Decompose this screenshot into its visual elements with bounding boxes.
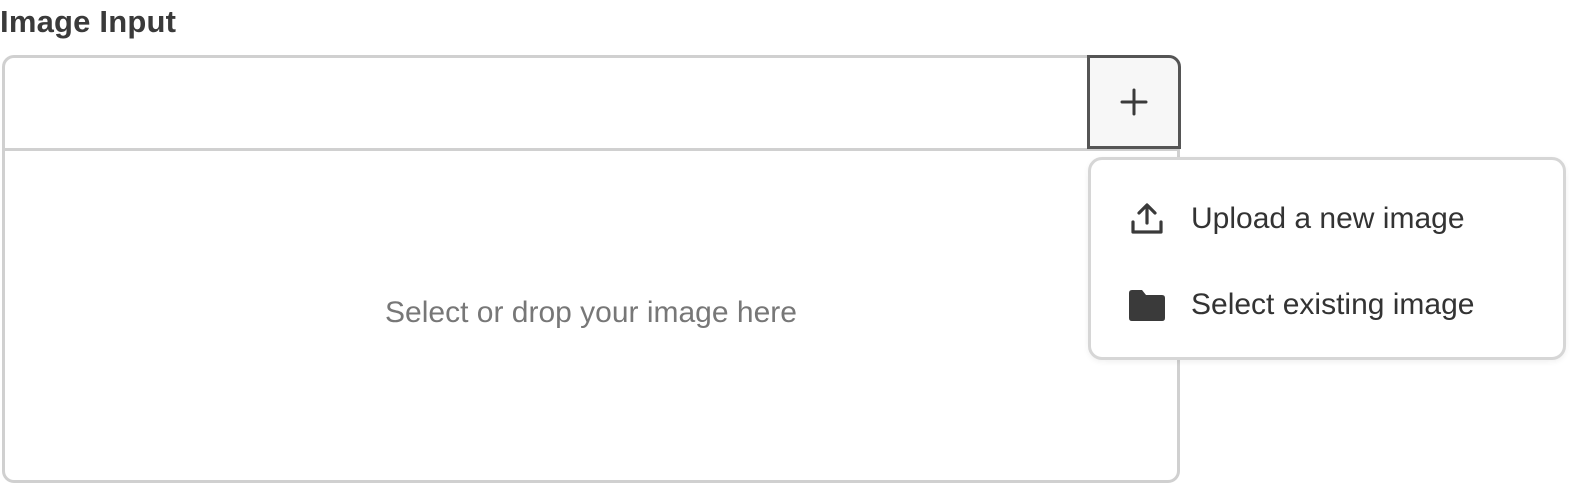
drop-zone-placeholder: Select or drop your image here <box>385 295 797 329</box>
menu-item-upload[interactable]: Upload a new image <box>1091 179 1563 259</box>
add-image-button[interactable] <box>1087 55 1181 149</box>
image-input-toolbar <box>5 58 1177 151</box>
upload-icon <box>1127 199 1167 239</box>
menu-item-select-label: Select existing image <box>1191 288 1475 321</box>
menu-item-select-existing[interactable]: Select existing image <box>1091 265 1563 345</box>
image-input[interactable]: Select or drop your image here <box>2 55 1180 483</box>
menu-item-upload-label: Upload a new image <box>1191 202 1465 235</box>
plus-icon <box>1120 88 1148 116</box>
add-image-menu: Upload a new image Select existing image <box>1088 157 1566 360</box>
folder-icon <box>1127 285 1167 325</box>
field-label: Image Input <box>0 4 177 39</box>
drop-zone[interactable]: Select or drop your image here <box>5 151 1177 480</box>
